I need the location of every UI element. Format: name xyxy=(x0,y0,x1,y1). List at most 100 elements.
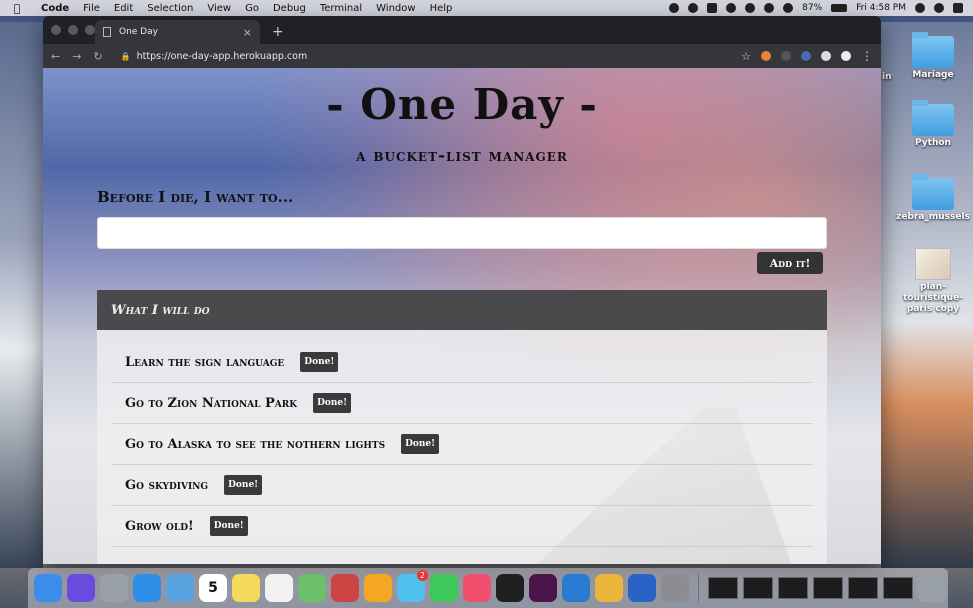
spotlight-search-icon[interactable] xyxy=(915,3,925,13)
dock-minimized-window[interactable] xyxy=(848,577,878,599)
menu-terminal[interactable]: Terminal xyxy=(313,3,369,14)
battery-icon[interactable] xyxy=(831,4,848,12)
done-button[interactable]: Done! xyxy=(209,516,248,536)
dock-photos-icon[interactable] xyxy=(364,574,392,602)
desktop-icon-zebra-mussels[interactable]: zebra_mussels xyxy=(893,174,973,223)
menu-view[interactable]: View xyxy=(200,3,238,14)
menu-go[interactable]: Go xyxy=(238,3,266,14)
desktop-icon-python[interactable]: Python xyxy=(893,100,973,149)
lock-icon[interactable]: 🔒 xyxy=(121,52,131,61)
notification-center-icon[interactable] xyxy=(953,3,963,13)
back-icon[interactable]: ← xyxy=(51,50,60,63)
desktop-icon-label: Mariage xyxy=(912,70,954,80)
more-menu-icon[interactable]: ⋮ xyxy=(861,49,873,63)
menu-debug[interactable]: Debug xyxy=(266,3,313,14)
dock-messages-icon[interactable]: 2 xyxy=(397,570,428,602)
siri-icon[interactable] xyxy=(934,3,944,13)
sync-icon[interactable] xyxy=(726,3,737,13)
goal-item: Go to Alaska to see the nothern lights D… xyxy=(111,424,813,465)
desktop-icon-label: zebra_mussels xyxy=(896,212,970,222)
dock-photos-viewer-icon[interactable] xyxy=(331,574,359,602)
forward-icon[interactable]: → xyxy=(72,50,81,63)
profile-avatar-icon[interactable] xyxy=(841,51,851,61)
onepassword-icon[interactable] xyxy=(688,3,699,13)
tab-one-day[interactable]: One Day × xyxy=(95,20,260,44)
site-subtitle: a bucket-list manager xyxy=(356,146,568,166)
minimize-window-button[interactable] xyxy=(68,25,78,35)
dock-minimized-window[interactable] xyxy=(708,577,738,599)
dock-notes-icon[interactable] xyxy=(232,574,260,602)
add-it-button[interactable]: Add it! xyxy=(757,252,823,274)
dock-finder-icon[interactable] xyxy=(34,574,62,602)
done-button[interactable]: Done! xyxy=(300,352,339,372)
dock-facetime-icon[interactable] xyxy=(430,574,458,602)
menu-edit[interactable]: Edit xyxy=(107,3,140,14)
dock-mail-icon[interactable] xyxy=(166,574,194,602)
bookmark-star-icon[interactable]: ☆ xyxy=(741,50,751,63)
desktop-icon-mariage[interactable]: Mariage xyxy=(893,32,973,81)
panel-title: What I will do xyxy=(97,290,827,330)
dock-minimized-window[interactable] xyxy=(778,577,808,599)
desktop-partial-label: in xyxy=(882,72,892,82)
address-bar[interactable]: 🔒 https://one-day-app.herokuapp.com xyxy=(115,46,733,66)
goal-prompt-label: Before I die, I want to... xyxy=(97,188,294,206)
menu-selection[interactable]: Selection xyxy=(140,3,200,14)
desktop-icon-label: plan-touristique-paris copy xyxy=(903,282,963,314)
goal-item: Learn the sign language Done! xyxy=(111,342,813,383)
done-button[interactable]: Done! xyxy=(224,475,263,495)
dock-siri-icon[interactable] xyxy=(67,574,95,602)
dock-minimized-window[interactable] xyxy=(743,577,773,599)
desktop-icon-label: Python xyxy=(915,138,951,148)
extension-icon[interactable] xyxy=(801,51,811,61)
reload-icon[interactable]: ↻ xyxy=(93,50,102,63)
zoom-window-button[interactable] xyxy=(85,25,95,35)
new-tab-button[interactable]: + xyxy=(272,24,284,40)
desktop-icon-plan-touristique[interactable]: plan-touristique-paris copy xyxy=(893,248,973,315)
dock-music-icon[interactable] xyxy=(463,574,491,602)
done-button[interactable]: Done! xyxy=(313,393,352,413)
goals-panel: What I will do Learn the sign language D… xyxy=(97,290,827,564)
goal-text: Grow old! xyxy=(125,518,194,534)
dock-minimized-window[interactable] xyxy=(813,577,843,599)
dock-trash-icon[interactable] xyxy=(918,574,946,602)
tab-close-icon[interactable]: × xyxy=(243,26,252,39)
dock-slack-icon[interactable] xyxy=(529,574,557,602)
messages-icon[interactable] xyxy=(764,3,775,13)
dock-chrome-icon[interactable] xyxy=(595,574,623,602)
bluetooth-icon[interactable] xyxy=(745,3,756,13)
dock-launchpad-icon[interactable] xyxy=(100,574,128,602)
menu-file[interactable]: File xyxy=(76,3,107,14)
clock[interactable]: Fri 4:58 PM xyxy=(856,3,906,13)
apple-menu-icon[interactable]:  xyxy=(0,2,34,15)
dock-reminders-icon[interactable] xyxy=(265,574,293,602)
battery-percent[interactable]: 87% xyxy=(802,3,822,13)
books-icon[interactable] xyxy=(707,3,718,13)
menu-app-name[interactable]: Code xyxy=(34,3,76,14)
window-controls xyxy=(51,25,95,35)
folder-icon xyxy=(912,174,954,210)
tab-bar: One Day × + xyxy=(43,16,881,44)
wifi-icon[interactable] xyxy=(783,3,794,13)
dock-calendar-icon[interactable]: 5 xyxy=(199,574,227,602)
goal-list: Learn the sign language Done! Go to Zion… xyxy=(97,330,827,547)
dock-minimized-window[interactable] xyxy=(883,577,913,599)
dock-safari-icon[interactable] xyxy=(133,574,161,602)
extension-icon[interactable] xyxy=(821,51,831,61)
extension-icon[interactable] xyxy=(781,51,791,61)
record-icon[interactable] xyxy=(669,3,680,13)
menu-window[interactable]: Window xyxy=(369,3,422,14)
goal-input[interactable] xyxy=(97,217,827,249)
folder-icon xyxy=(912,100,954,136)
dock: 52 xyxy=(28,568,948,608)
tab-title: One Day xyxy=(119,27,158,37)
dock-system-preferences-icon[interactable] xyxy=(661,574,689,602)
extension-icon[interactable] xyxy=(761,51,771,61)
menu-help[interactable]: Help xyxy=(423,3,460,14)
close-window-button[interactable] xyxy=(51,25,61,35)
done-button[interactable]: Done! xyxy=(401,434,440,454)
dock-terminal-icon[interactable] xyxy=(496,574,524,602)
dock-1password-icon[interactable] xyxy=(628,574,656,602)
url-text: https://one-day-app.herokuapp.com xyxy=(136,50,308,62)
dock-vscode-icon[interactable] xyxy=(562,574,590,602)
dock-maps-icon[interactable] xyxy=(298,574,326,602)
